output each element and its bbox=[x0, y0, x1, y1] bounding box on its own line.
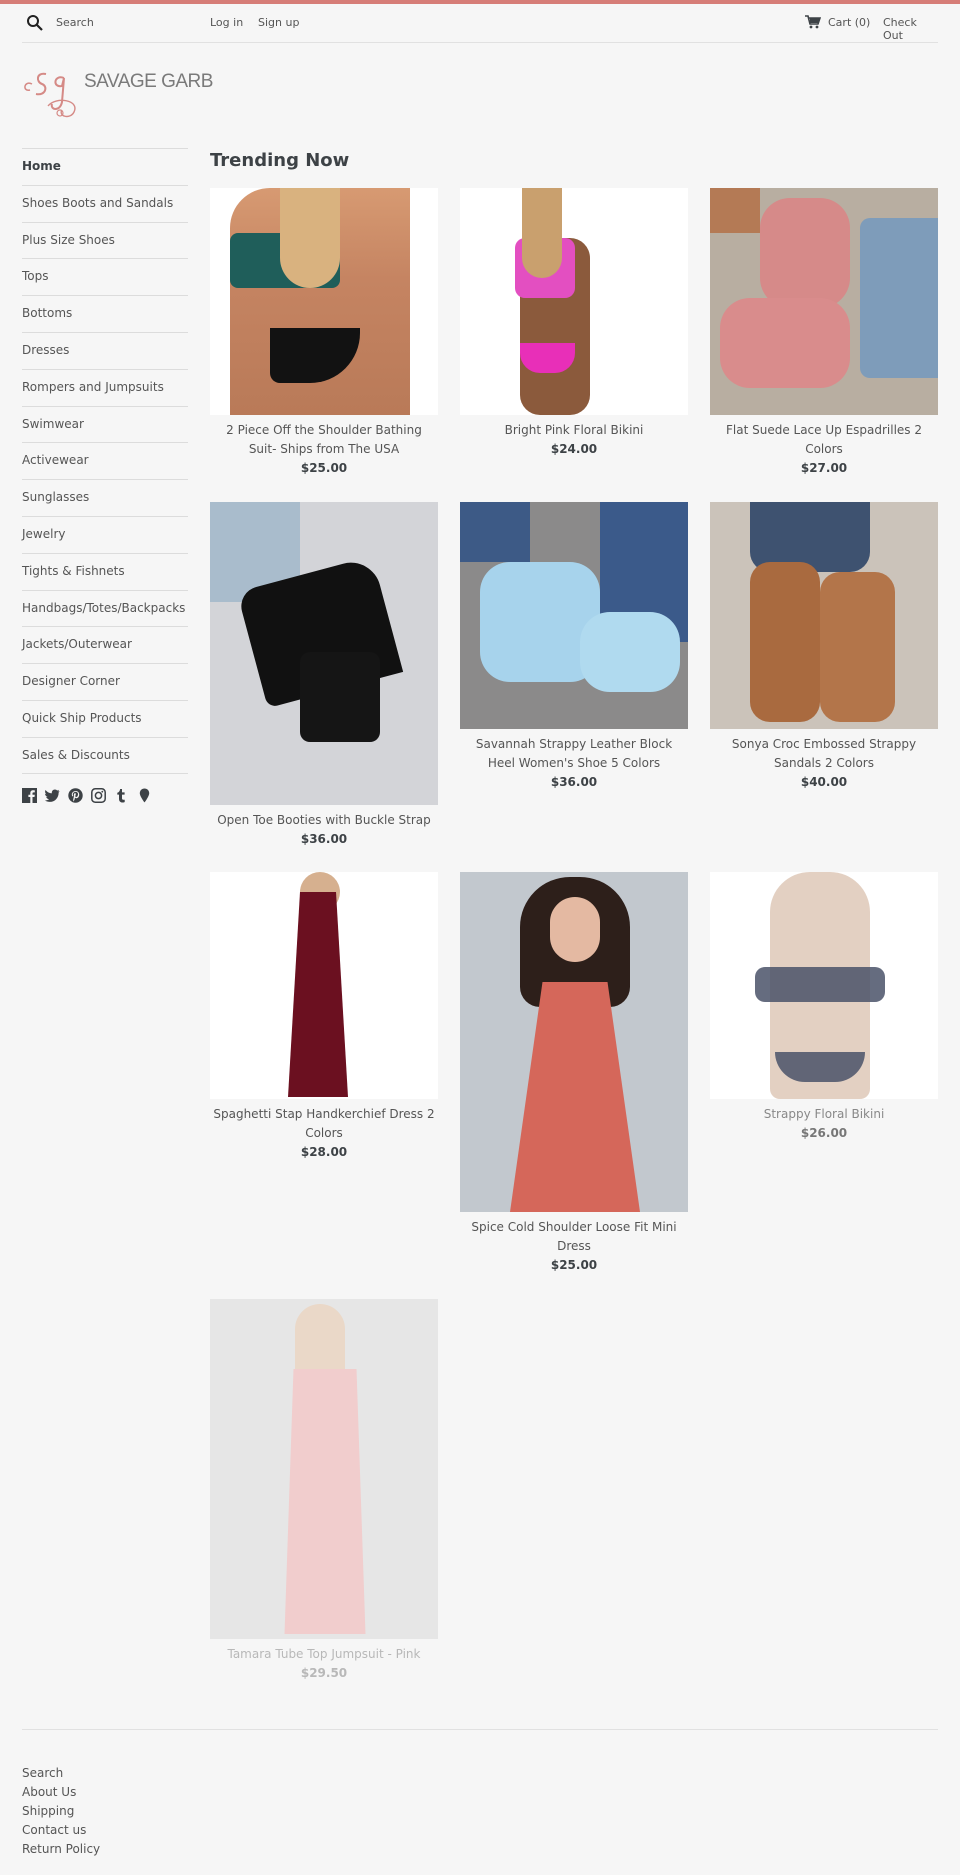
product-price: $40.00 bbox=[800, 775, 848, 789]
facebook-icon[interactable] bbox=[22, 788, 37, 803]
sidebar-item-rompers[interactable]: Rompers and Jumpsuits bbox=[22, 368, 188, 406]
product-name: Spice Cold Shoulder Loose Fit Mini Dress bbox=[471, 1220, 677, 1253]
sidebar-item-plus-size-shoes[interactable]: Plus Size Shoes bbox=[22, 221, 188, 259]
twitter-icon[interactable] bbox=[45, 788, 60, 803]
sidebar-item-home[interactable]: Home bbox=[22, 148, 188, 185]
product-name: Sonya Croc Embossed Strappy Sandals 2 Co… bbox=[731, 737, 917, 770]
footer-link-shipping[interactable]: Shipping bbox=[22, 1802, 100, 1821]
sidebar-item-swimwear[interactable]: Swimwear bbox=[22, 405, 188, 443]
footer-link-return-policy[interactable]: Return Policy bbox=[22, 1840, 100, 1859]
product-image bbox=[710, 872, 938, 1099]
product-card[interactable]: Spice Cold Shoulder Loose Fit Mini Dress… bbox=[460, 872, 688, 1275]
product-price: $25.00 bbox=[550, 1258, 598, 1272]
search-icon[interactable] bbox=[26, 14, 44, 32]
search-input[interactable] bbox=[56, 13, 196, 31]
sidebar-item-shoes[interactable]: Shoes Boots and Sandals bbox=[22, 184, 188, 222]
sidebar-item-jackets[interactable]: Jackets/Outerwear bbox=[22, 626, 188, 663]
product-image bbox=[210, 872, 438, 1099]
sidebar-item-designer-corner[interactable]: Designer Corner bbox=[22, 663, 188, 700]
logo-text: SAVAGE GARB bbox=[84, 71, 213, 92]
product-price: $28.00 bbox=[300, 1145, 348, 1159]
sidebar-item-bottoms[interactable]: Bottoms bbox=[22, 295, 188, 332]
product-image bbox=[210, 188, 438, 415]
cart-link[interactable]: Cart (0) bbox=[828, 16, 870, 29]
logo-monogram-icon bbox=[24, 72, 76, 118]
product-name: Flat Suede Lace Up Espadrilles 2 Colors bbox=[725, 423, 923, 456]
pinterest-icon[interactable] bbox=[68, 788, 83, 803]
sidebar-nav: Home Shoes Boots and Sandals Plus Size S… bbox=[22, 148, 188, 774]
product-card[interactable]: Flat Suede Lace Up Espadrilles 2 Colors … bbox=[710, 188, 938, 478]
sidebar-item-jewelry[interactable]: Jewelry bbox=[22, 515, 188, 553]
product-price: $24.00 bbox=[550, 442, 598, 456]
tumblr-icon[interactable] bbox=[114, 788, 129, 803]
product-card[interactable]: Savannah Strappy Leather Block Heel Wome… bbox=[460, 502, 688, 792]
product-image bbox=[460, 502, 688, 729]
signup-link[interactable]: Sign up bbox=[258, 16, 299, 29]
product-price: $36.00 bbox=[300, 832, 348, 846]
product-card[interactable]: Tamara Tube Top Jumpsuit - Pink $29.50 bbox=[210, 1299, 438, 1683]
footer: Search About Us Shipping Contact us Retu… bbox=[22, 1764, 100, 1859]
product-card[interactable]: 2 Piece Off the Shoulder Bathing Suit- S… bbox=[210, 188, 438, 478]
instagram-icon[interactable] bbox=[91, 788, 106, 803]
sidebar-item-tops[interactable]: Tops bbox=[22, 258, 188, 295]
login-link[interactable]: Log in bbox=[210, 16, 243, 29]
product-price: $25.00 bbox=[300, 461, 348, 475]
periscope-icon[interactable] bbox=[137, 788, 152, 803]
product-name: Spaghetti Stap Handkerchief Dress 2 Colo… bbox=[213, 1107, 435, 1140]
product-image bbox=[210, 502, 438, 805]
product-image bbox=[460, 872, 688, 1212]
product-card[interactable]: Spaghetti Stap Handkerchief Dress 2 Colo… bbox=[210, 872, 438, 1162]
product-price: $29.50 bbox=[300, 1666, 348, 1680]
sidebar-item-sales[interactable]: Sales & Discounts bbox=[22, 736, 188, 774]
sidebar-item-dresses[interactable]: Dresses bbox=[22, 331, 188, 369]
product-image bbox=[710, 502, 938, 729]
sidebar-item-quick-ship[interactable]: Quick Ship Products bbox=[22, 699, 188, 737]
product-price: $27.00 bbox=[800, 461, 848, 475]
product-image bbox=[460, 188, 688, 415]
logo[interactable]: SAVAGE GARB bbox=[22, 66, 222, 122]
product-card[interactable]: Open Toe Booties with Buckle Strap $36.0… bbox=[210, 502, 438, 849]
product-name: Bright Pink Floral Bikini bbox=[504, 423, 644, 437]
checkout-link[interactable]: Check Out bbox=[883, 16, 938, 42]
social-links bbox=[22, 788, 152, 806]
product-name: Savannah Strappy Leather Block Heel Wome… bbox=[475, 737, 673, 770]
product-name: Tamara Tube Top Jumpsuit - Pink bbox=[227, 1647, 421, 1661]
product-image bbox=[710, 188, 938, 415]
product-price: $26.00 bbox=[800, 1126, 848, 1140]
sidebar-item-handbags[interactable]: Handbags/Totes/Backpacks bbox=[22, 589, 188, 627]
sidebar-item-activewear[interactable]: Activewear bbox=[22, 442, 188, 479]
product-card[interactable]: Strappy Floral Bikini $26.00 bbox=[710, 872, 938, 1143]
product-name: Strappy Floral Bikini bbox=[763, 1107, 885, 1121]
product-image bbox=[210, 1299, 438, 1639]
sidebar-item-tights[interactable]: Tights & Fishnets bbox=[22, 552, 188, 590]
footer-link-about[interactable]: About Us bbox=[22, 1783, 100, 1802]
product-name: Open Toe Booties with Buckle Strap bbox=[217, 813, 431, 827]
footer-link-search[interactable]: Search bbox=[22, 1764, 100, 1783]
cart-icon[interactable] bbox=[805, 15, 821, 29]
footer-link-contact[interactable]: Contact us bbox=[22, 1821, 100, 1840]
product-name: 2 Piece Off the Shoulder Bathing Suit- S… bbox=[226, 423, 422, 456]
sidebar-item-sunglasses[interactable]: Sunglasses bbox=[22, 479, 188, 516]
product-price: $36.00 bbox=[550, 775, 598, 789]
site-header: Log in Sign up Cart (0) Check Out bbox=[22, 4, 938, 43]
section-title: Trending Now bbox=[210, 150, 350, 171]
product-card[interactable]: Bright Pink Floral Bikini $24.00 bbox=[460, 188, 688, 459]
footer-divider bbox=[22, 1729, 938, 1730]
product-card[interactable]: Sonya Croc Embossed Strappy Sandals 2 Co… bbox=[710, 502, 938, 792]
